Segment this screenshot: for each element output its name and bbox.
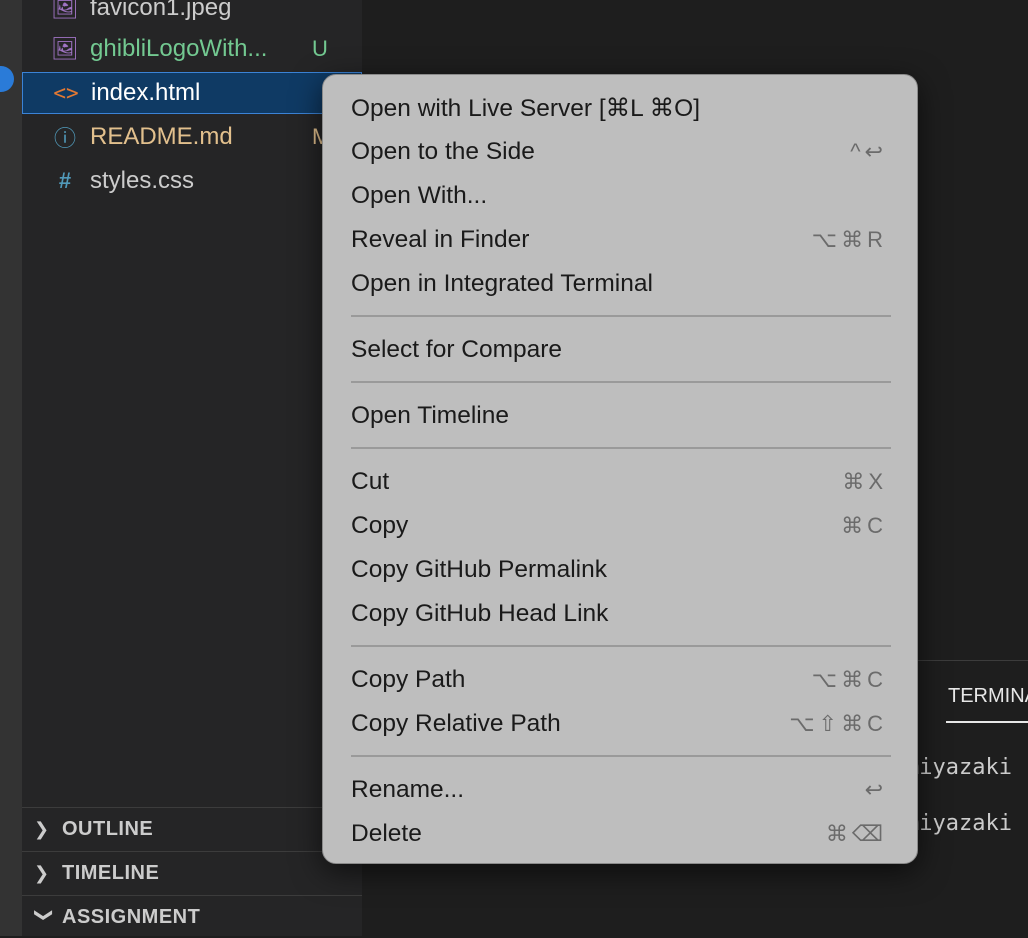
file-name: index.html bbox=[91, 79, 201, 106]
menu-item-copy-github-head-link[interactable]: Copy GitHub Head Link bbox=[323, 592, 917, 636]
menu-item-label: Delete bbox=[351, 820, 422, 847]
terminal-line: miyazaki bbox=[906, 811, 1012, 836]
menu-item-shortcut: ⌘X bbox=[842, 469, 887, 494]
image-file-icon: 🖼 bbox=[51, 0, 79, 20]
chevron-right-icon: ❯ bbox=[34, 862, 50, 883]
file-name: favicon1.jpeg bbox=[90, 0, 232, 21]
menu-item-label: Open with Live Server [⌘L ⌘O] bbox=[351, 95, 701, 122]
file-row-ghibli-logo[interactable]: 🖼 ghibliLogoWith... U bbox=[22, 29, 362, 69]
menu-separator bbox=[351, 315, 891, 317]
file-row-styles-css[interactable]: # styles.css bbox=[22, 161, 362, 201]
menu-item-label: Select for Compare bbox=[351, 336, 563, 363]
menu-item-label: Cut bbox=[351, 468, 390, 495]
menu-item-label: Open Timeline bbox=[351, 402, 509, 429]
menu-item-rename[interactable]: Rename... ↩ bbox=[323, 768, 917, 812]
menu-item-label: Open to the Side bbox=[351, 138, 535, 165]
active-tab-indicator bbox=[946, 721, 1028, 723]
terminal-line: miyazaki bbox=[906, 755, 1012, 780]
menu-item-shortcut: ⌥⌘C bbox=[811, 667, 887, 692]
menu-separator bbox=[351, 447, 891, 449]
menu-item-copy-relative-path[interactable]: Copy Relative Path ⌥⇧⌘C bbox=[323, 702, 917, 746]
file-name: ghibliLogoWith... bbox=[90, 35, 268, 62]
info-file-icon: ⓘ bbox=[53, 126, 76, 151]
menu-item-shortcut: ⌥⇧⌘C bbox=[789, 711, 887, 736]
file-name: styles.css bbox=[90, 167, 195, 194]
menu-item-shortcut: ⌘⌫ bbox=[825, 821, 887, 846]
chevron-down-icon: ❯ bbox=[34, 907, 55, 923]
menu-item-label: Copy GitHub Permalink bbox=[351, 556, 607, 583]
menu-item-shortcut: ^↩ bbox=[850, 139, 887, 164]
menu-item-open-to-side[interactable]: Open to the Side ^↩ bbox=[323, 130, 917, 174]
menu-item-copy-github-permalink[interactable]: Copy GitHub Permalink bbox=[323, 548, 917, 592]
chevron-right-icon: ❯ bbox=[34, 818, 50, 839]
menu-item-open-with[interactable]: Open With... bbox=[323, 174, 917, 218]
menu-item-label: Copy GitHub Head Link bbox=[351, 600, 609, 627]
menu-item-shortcut: ⌘C bbox=[841, 513, 887, 538]
git-untracked-badge: U bbox=[312, 36, 328, 61]
menu-item-label: Reveal in Finder bbox=[351, 226, 530, 253]
file-row-readme[interactable]: ⓘ README.md M bbox=[22, 117, 362, 157]
menu-item-select-for-compare[interactable]: Select for Compare bbox=[323, 328, 917, 372]
menu-item-open-timeline[interactable]: Open Timeline bbox=[323, 394, 917, 438]
menu-item-copy[interactable]: Copy ⌘C bbox=[323, 504, 917, 548]
tab-terminal[interactable]: TERMINAL bbox=[948, 685, 1028, 708]
context-menu: Open with Live Server [⌘L ⌘O] Open to th… bbox=[322, 74, 918, 864]
menu-item-label: Rename... bbox=[351, 776, 465, 803]
explorer-sidebar: 🖼 favicon1.jpeg 🖼 ghibliLogoWith... U <>… bbox=[22, 0, 362, 936]
menu-item-label: Copy Relative Path bbox=[351, 710, 561, 737]
notification-dot-icon bbox=[0, 66, 14, 92]
terminal-panel: TERMINAL miyazaki miyazaki bbox=[906, 660, 1028, 937]
section-assignment[interactable]: ❯ ASSIGNMENT bbox=[22, 895, 362, 938]
file-row-favicon[interactable]: 🖼 favicon1.jpeg bbox=[22, 0, 362, 28]
menu-item-label: Copy bbox=[351, 512, 409, 539]
menu-item-open-integrated-terminal[interactable]: Open in Integrated Terminal bbox=[323, 262, 917, 306]
menu-item-shortcut: ↩ bbox=[864, 777, 887, 802]
activity-bar bbox=[0, 0, 22, 936]
menu-item-label: Open in Integrated Terminal bbox=[351, 270, 653, 297]
menu-item-cut[interactable]: Cut ⌘X bbox=[323, 460, 917, 504]
menu-item-shortcut: ⌥⌘R bbox=[811, 227, 887, 252]
menu-item-copy-path[interactable]: Copy Path ⌥⌘C bbox=[323, 658, 917, 702]
menu-separator bbox=[351, 755, 891, 757]
image-file-icon: 🖼 bbox=[51, 36, 79, 61]
menu-item-label: Copy Path bbox=[351, 666, 466, 693]
section-title: OUTLINE bbox=[62, 817, 154, 840]
menu-item-label: Open With... bbox=[351, 182, 488, 209]
file-name: README.md bbox=[90, 123, 233, 150]
css-hash-icon: # bbox=[58, 168, 72, 193]
section-outline[interactable]: ❯ OUTLINE bbox=[22, 807, 362, 850]
html-file-icon: <> bbox=[53, 81, 79, 105]
file-row-index-html[interactable]: <> index.html bbox=[22, 72, 362, 114]
menu-item-open-live-server[interactable]: Open with Live Server [⌘L ⌘O] bbox=[323, 86, 917, 130]
menu-separator bbox=[351, 381, 891, 383]
menu-separator bbox=[351, 645, 891, 647]
section-title: ASSIGNMENT bbox=[62, 905, 201, 928]
menu-item-reveal-in-finder[interactable]: Reveal in Finder ⌥⌘R bbox=[323, 218, 917, 262]
section-title: TIMELINE bbox=[62, 861, 160, 884]
menu-item-delete[interactable]: Delete ⌘⌫ bbox=[323, 812, 917, 856]
section-timeline[interactable]: ❯ TIMELINE bbox=[22, 851, 362, 894]
